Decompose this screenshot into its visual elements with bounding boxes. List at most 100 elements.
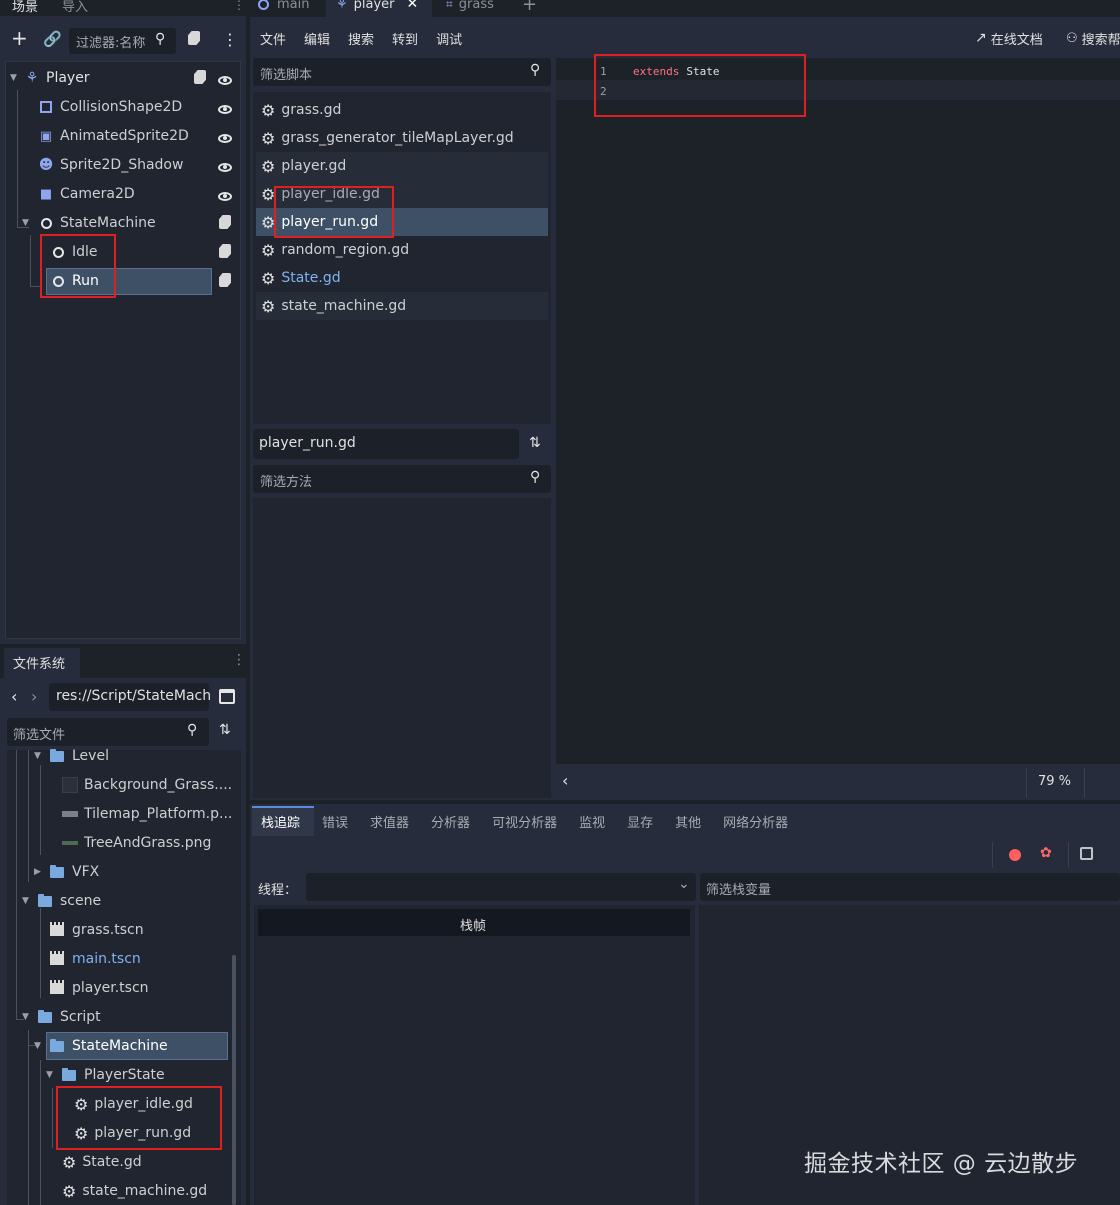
fs-item-main-tscn[interactable]: main.tscn [50,949,141,969]
tab-errors[interactable]: 错误 [322,812,348,831]
sort-icon[interactable]: ⇅ [529,435,541,451]
tree-item-camera2d[interactable]: ■ Camera2D [38,184,135,204]
chevron-down-icon[interactable]: ▼ [22,1012,38,1022]
code-area[interactable] [556,58,1120,764]
script-icon[interactable] [194,70,206,88]
tab-misc[interactable]: 其他 [675,812,701,831]
code-statusbar [556,766,1120,800]
tree-item-idle[interactable]: Idle [50,242,98,262]
online-docs-button[interactable]: ↗ 在线文档 [975,28,1043,48]
fs-item-treeandgrass[interactable]: TreeAndGrass.png [62,833,211,853]
gear-icon: ⚙ [62,1181,77,1201]
debug-bug-icon[interactable]: ✿ [1040,845,1052,861]
copy-icon[interactable] [1080,847,1093,860]
fs-item-scene[interactable]: ▼ scene [22,891,101,911]
script-item-player[interactable]: ⚙ player.gd [261,156,346,176]
fs-item-grass-tscn[interactable]: grass.tscn [50,920,144,940]
editor-tab-main[interactable]: main [258,0,309,13]
fs-item-player-run-gd[interactable]: ⚙ player_run.gd [74,1123,191,1143]
zoom-level[interactable]: 79 % [1038,774,1071,789]
tree-item-run[interactable]: Run [50,271,99,291]
script-item-state[interactable]: ⚙ State.gd [261,268,341,288]
tab-evaluator[interactable]: 求值器 [370,812,409,831]
script-item-state-machine[interactable]: ⚙ state_machine.gd [261,296,406,316]
record-breakpoint-icon[interactable] [1009,849,1021,861]
tree-item-player[interactable]: ▼ ⚘ Player [10,68,90,88]
filesystem-scrollbar[interactable] [232,955,236,1205]
toggle-scripts-panel-icon[interactable]: ‹ [562,771,568,790]
tree-item-statemachine[interactable]: ▼ StateMachine [22,213,156,233]
editor-tab-player[interactable]: ⚘ player ✕ [336,0,418,13]
tab-monitors[interactable]: 监视 [579,812,605,831]
fs-item-tilemap-platform[interactable]: Tilemap_Platform.p... [62,804,232,824]
tree-item-collisionshape2d[interactable]: CollisionShape2D [38,97,182,117]
script-item-player-run[interactable]: ⚙ player_run.gd [261,212,378,232]
menu-search[interactable]: 搜索 [348,29,374,48]
fs-item-statemachine[interactable]: ▼ StateMachine [34,1036,168,1056]
fs-item-player-tscn[interactable]: player.tscn [50,978,149,998]
image-thumbnail-icon [62,811,78,817]
chevron-down-icon[interactable]: ▼ [22,218,38,228]
dock-menu-icon[interactable]: ⋮ [233,0,245,12]
tree-item-animatedsprite2d[interactable]: ▣ AnimatedSprite2D [38,126,189,146]
chevron-down-icon[interactable]: ▼ [46,1070,62,1080]
visibility-eye-icon[interactable] [218,73,232,89]
fs-item-player-idle-gd[interactable]: ⚙ player_idle.gd [74,1094,193,1114]
chevron-right-icon[interactable]: ▶ [34,867,50,877]
tab-stack-trace[interactable]: 栈追踪 [261,812,300,831]
dock-menu-icon[interactable]: ⋮ [232,652,246,668]
fs-item-background-grass[interactable]: Background_Grass.... [62,775,232,795]
tab-profiler[interactable]: 分析器 [431,812,470,831]
gear-icon: ⚙ [261,156,276,176]
tab-network-profiler[interactable]: 网络分析器 [723,812,788,831]
attach-script-icon[interactable] [188,31,200,49]
chevron-down-icon[interactable]: ▼ [22,896,38,906]
script-item-player-idle[interactable]: ⚙ player_idle.gd [261,184,380,204]
link-icon[interactable]: 🔗 [43,30,62,48]
thread-select[interactable] [306,873,696,901]
tab-import[interactable]: 导入 [62,0,88,15]
add-node-icon[interactable]: + [11,28,28,48]
script-icon[interactable] [219,244,231,262]
method-list [253,498,551,798]
visibility-eye-icon[interactable] [218,102,232,118]
visibility-eye-icon[interactable] [218,189,232,205]
fs-item-vfx[interactable]: ▶ VFX [34,862,99,882]
tab-scene[interactable]: 场景 [12,0,38,15]
fs-item-state-machine-gd[interactable]: ⚙ state_machine.gd [62,1181,207,1201]
fs-item-level[interactable]: ▼ Level [34,746,109,766]
back-arrow-icon[interactable]: ‹ [11,687,17,706]
search-help-button[interactable]: ⚇ 搜索帮 [1066,28,1120,48]
folder-icon [38,893,52,907]
menu-edit[interactable]: 编辑 [304,29,330,48]
forward-arrow-icon[interactable]: › [31,687,37,706]
fs-item-script[interactable]: ▼ Script [22,1007,101,1027]
script-item-grass[interactable]: ⚙ grass.gd [261,100,341,120]
tree-item-sprite2d-shadow[interactable]: ☻ Sprite2D_Shadow [38,155,184,175]
editor-tab-grass[interactable]: ⌗ grass [446,0,494,13]
script-item-grass-generator[interactable]: ⚙ grass_generator_tileMapLayer.gd [261,128,514,148]
fs-item-playerstate[interactable]: ▼ PlayerState [46,1065,165,1085]
sort-icon[interactable]: ⇅ [219,722,231,738]
script-item-random-region[interactable]: ⚙ random_region.gd [261,240,409,260]
close-icon[interactable]: ✕ [407,0,419,12]
visibility-eye-icon[interactable] [218,131,232,147]
scene-menu-icon[interactable]: ⋮ [222,30,238,49]
script-icon[interactable] [219,215,231,233]
menu-goto[interactable]: 转到 [392,29,418,48]
tab-visual-profiler[interactable]: 可视分析器 [492,812,557,831]
menu-file[interactable]: 文件 [260,29,286,48]
split-view-icon[interactable] [219,689,235,704]
chevron-down-icon[interactable]: ▼ [10,73,24,83]
folder-icon [50,748,64,762]
chevron-down-icon[interactable]: ▼ [34,1041,50,1051]
fs-item-state-gd[interactable]: ⚙ State.gd [62,1152,142,1172]
visibility-eye-icon[interactable] [218,160,232,176]
tab-video-ram[interactable]: 显存 [627,812,653,831]
image-thumbnail-icon [62,841,78,845]
menu-debug[interactable]: 调试 [436,29,462,48]
script-icon[interactable] [219,273,231,291]
chevron-down-icon[interactable]: ⌄ [678,876,690,892]
add-tab-icon[interactable]: + [522,0,537,15]
chevron-down-icon[interactable]: ▼ [34,751,50,761]
